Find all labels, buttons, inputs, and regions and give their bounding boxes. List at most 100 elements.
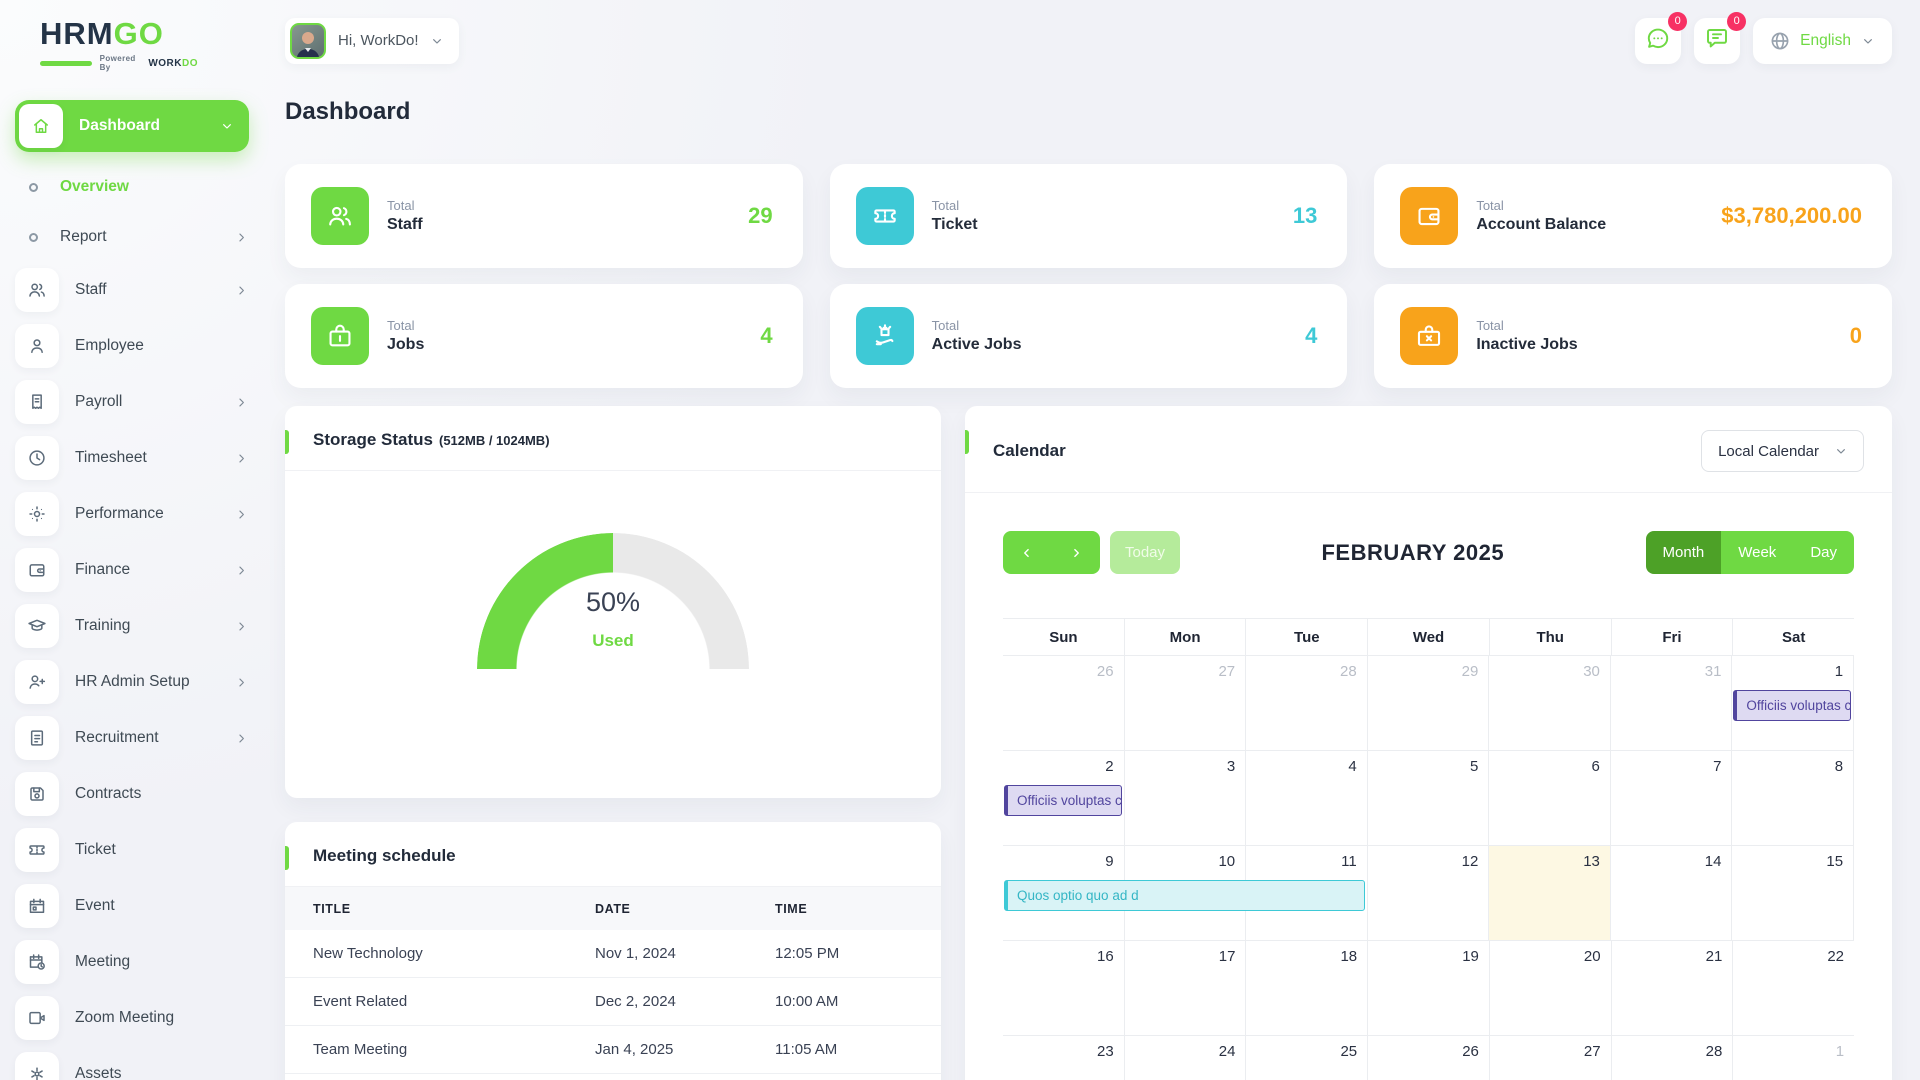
calendar-day-cell[interactable]: 4 (1246, 751, 1368, 845)
chevron-down-icon (1833, 443, 1849, 459)
sidebar-item-hr-admin-setup[interactable]: HR Admin Setup (15, 660, 249, 704)
view-button-day[interactable]: Day (1793, 531, 1854, 574)
notification-icon (1704, 25, 1730, 56)
today-button[interactable]: Today (1110, 531, 1180, 574)
stat-texts: TotalInactive Jobs (1476, 318, 1577, 354)
calendar-day-cell[interactable]: 30 (1489, 656, 1611, 750)
view-button-week[interactable]: Week (1721, 531, 1793, 574)
language-selector[interactable]: English (1753, 18, 1892, 64)
calendar-event[interactable]: Quos optio quo ad d (1004, 880, 1365, 911)
meeting-cell: 12:05 PM (775, 945, 913, 962)
target-icon (15, 492, 59, 536)
calendar-day-cell[interactable]: 25 (1246, 1036, 1368, 1080)
calendar-panel: Calendar Local Calendar Today FEBRUARY 2… (965, 406, 1892, 1080)
app-logo[interactable]: HRMGO Powered By WORKDO (40, 18, 198, 72)
sidebar-item-report[interactable]: Report (29, 220, 249, 254)
chevron-right-icon (234, 675, 249, 690)
sidebar-item-dashboard[interactable]: Dashboard (15, 100, 249, 152)
page-title: Dashboard (285, 98, 1892, 126)
user-menu[interactable]: Hi, WorkDo! (285, 18, 459, 64)
calendar-day-cell[interactable]: 28 (1612, 1036, 1734, 1080)
meeting-cell: Nov 1, 2024 (595, 945, 775, 962)
calendar-day-cell[interactable]: 19 (1368, 941, 1490, 1035)
calendar-week-row: 9101112131415Quos optio quo ad d (1003, 846, 1854, 941)
stat-prefix: Total (387, 318, 424, 333)
sidebar-item-label: HR Admin Setup (75, 673, 190, 691)
chat-button[interactable]: 0 (1635, 18, 1681, 64)
calendar-event[interactable]: Officiis voluptas c (1004, 785, 1122, 816)
sidebar-item-label: Training (75, 617, 130, 635)
calendar-day-cell[interactable]: 17 (1125, 941, 1247, 1035)
calendar-toolbar: Today FEBRUARY 2025 MonthWeekDay (1003, 531, 1854, 574)
calendar-day-cell[interactable]: 6 (1489, 751, 1611, 845)
calendar-day-cell[interactable]: 31 (1611, 656, 1733, 750)
notifications-button[interactable]: 0 (1694, 18, 1740, 64)
weekday-fri: Fri (1612, 619, 1734, 655)
sidebar-item-label: Employee (75, 337, 144, 355)
receipt-icon (15, 380, 59, 424)
weekday-thu: Thu (1490, 619, 1612, 655)
calendar-day-cell[interactable]: 27 (1490, 1036, 1612, 1080)
calendar-day-cell[interactable]: 18 (1246, 941, 1368, 1035)
chevron-right-icon (234, 507, 249, 522)
calendar-day-cell[interactable]: 28 (1246, 656, 1368, 750)
calendar-day-cell[interactable]: 26 (1368, 1036, 1490, 1080)
sidebar-item-label: Ticket (75, 841, 116, 859)
language-label: English (1800, 32, 1851, 50)
stat-prefix: Total (932, 198, 978, 213)
sidebar-item-ticket[interactable]: Ticket (15, 828, 249, 872)
calendar-grid: SunMonTueWedThuFriSat 2627282930311Offic… (1003, 618, 1854, 1080)
calendar-day-cell[interactable]: 14 (1611, 846, 1733, 940)
calendar-day-cell[interactable]: 23 (1003, 1036, 1125, 1080)
sidebar-item-recruitment[interactable]: Recruitment (15, 716, 249, 760)
calendar-day-cell[interactable]: 12 (1368, 846, 1490, 940)
calendar-day-cell[interactable]: 22 (1733, 941, 1854, 1035)
sidebar-item-zoom-meeting[interactable]: Zoom Meeting (15, 996, 249, 1040)
sidebar-item-performance[interactable]: Performance (15, 492, 249, 536)
calendar-event[interactable]: Officiis voluptas c (1733, 690, 1851, 721)
sidebar-item-meeting[interactable]: Meeting (15, 940, 249, 984)
calendar-day-cell[interactable]: 5 (1368, 751, 1490, 845)
chevron-right-icon (234, 395, 249, 410)
calendar-nav-buttons (1003, 531, 1100, 574)
stat-card-total-account-balance: TotalAccount Balance$3,780,200.00 (1374, 164, 1892, 268)
sidebar-item-finance[interactable]: Finance (15, 548, 249, 592)
calendar-day-cell[interactable]: 21 (1612, 941, 1734, 1035)
calendar-day-cell[interactable]: 24 (1125, 1036, 1247, 1080)
calendar-day-cell[interactable]: 7 (1611, 751, 1733, 845)
sidebar-item-employee[interactable]: Employee (15, 324, 249, 368)
calendar-source-dropdown[interactable]: Local Calendar (1701, 430, 1864, 472)
meeting-cell: Jan 4, 2025 (595, 1041, 775, 1058)
calendar-day-cell[interactable]: 15 (1732, 846, 1854, 940)
stat-label: Account Balance (1476, 216, 1606, 234)
asterisk-icon (15, 1052, 59, 1080)
stat-card-total-jobs: TotalJobs4 (285, 284, 803, 388)
next-month-button[interactable] (1052, 531, 1101, 574)
calendar-day-cell[interactable]: 13 (1489, 846, 1611, 940)
sidebar-item-label: Payroll (75, 393, 122, 411)
right-column: Calendar Local Calendar Today FEBRUARY 2… (965, 406, 1892, 1080)
meeting-panel-header: Meeting schedule (285, 822, 941, 887)
calendar-day-cell[interactable]: 29 (1368, 656, 1490, 750)
calendar-day-cell[interactable]: 8 (1732, 751, 1854, 845)
calendar-day-cell[interactable]: 27 (1125, 656, 1247, 750)
calendar-day-cell[interactable]: 16 (1003, 941, 1125, 1035)
view-button-month[interactable]: Month (1646, 531, 1722, 574)
sidebar-item-staff[interactable]: Staff (15, 268, 249, 312)
calendar-day-cell[interactable]: 26 (1003, 656, 1125, 750)
stat-value: 4 (760, 323, 772, 349)
panels-row: Storage Status (512MB / 1024MB) 50% Used… (285, 406, 1892, 1080)
sidebar-item-assets[interactable]: Assets (15, 1052, 249, 1080)
sidebar-item-contracts[interactable]: Contracts (15, 772, 249, 816)
sidebar-item-training[interactable]: Training (15, 604, 249, 648)
sidebar-item-overview[interactable]: Overview (29, 170, 249, 204)
sidebar-item-timesheet[interactable]: Timesheet (15, 436, 249, 480)
prev-month-button[interactable] (1003, 531, 1052, 574)
sidebar-item-event[interactable]: Event (15, 884, 249, 928)
calendar-day-cell[interactable]: 1 (1733, 1036, 1854, 1080)
sidebar-item-payroll[interactable]: Payroll (15, 380, 249, 424)
notifications-badge: 0 (1727, 12, 1746, 31)
stat-label: Inactive Jobs (1476, 336, 1577, 354)
calendar-day-cell[interactable]: 3 (1125, 751, 1247, 845)
calendar-day-cell[interactable]: 20 (1490, 941, 1612, 1035)
